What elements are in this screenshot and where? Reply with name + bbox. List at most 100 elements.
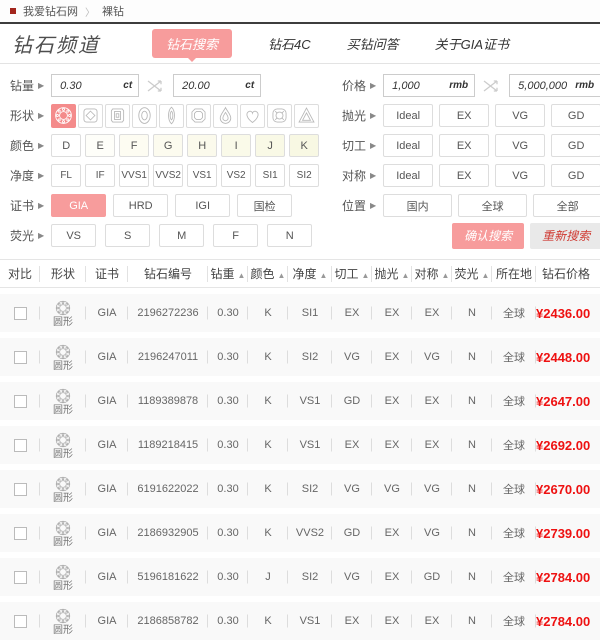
fluorescence-option-M[interactable]: M (159, 224, 204, 247)
compare-checkbox[interactable] (14, 351, 27, 364)
symmetry-option-Ideal[interactable]: Ideal (383, 164, 433, 187)
clarity-cell: VS1 (288, 439, 332, 451)
location-option-全部[interactable]: 全部 (533, 194, 600, 217)
shape-option-asscher[interactable] (186, 104, 211, 128)
carat-min-input[interactable] (58, 79, 120, 93)
id-cell: 1189389878 (128, 395, 208, 407)
shape-option-trillion[interactable] (294, 104, 319, 128)
clarity-option-VS2[interactable]: VS2 (221, 164, 251, 187)
carat-label: 钻量 (10, 77, 34, 94)
color-option-F[interactable]: F (119, 134, 149, 157)
compare-checkbox[interactable] (14, 615, 27, 628)
cert-option-GIA[interactable]: GIA (51, 194, 106, 217)
id-cell: 2196247011 (128, 351, 208, 363)
reset-search-button[interactable]: 重新搜索 (530, 223, 600, 249)
shape-option-marquise[interactable] (159, 104, 184, 128)
clarity-option-FL[interactable]: FL (51, 164, 81, 187)
shape-option-emerald[interactable] (105, 104, 130, 128)
color-option-I[interactable]: I (221, 134, 251, 157)
price-max-input[interactable] (516, 79, 572, 93)
sort-asc-icon[interactable]: ▲ (320, 271, 328, 280)
cut-option-EX[interactable]: EX (439, 134, 489, 157)
color-option-J[interactable]: J (255, 134, 285, 157)
symmetry-cell: EX (412, 615, 452, 627)
polish-option-EX[interactable]: EX (439, 104, 489, 127)
polish-option-Ideal[interactable]: Ideal (383, 104, 433, 127)
clarity-option-SI1[interactable]: SI1 (255, 164, 285, 187)
fluorescence-option-F[interactable]: F (213, 224, 258, 247)
sort-asc-icon[interactable]: ▲ (278, 271, 286, 280)
shape-option-heart[interactable] (240, 104, 265, 128)
breadcrumb-site-link[interactable]: 我爱钻石网 (23, 3, 78, 19)
compare-cell (0, 307, 40, 320)
column-header-clarity[interactable]: 净度▲ (288, 265, 332, 282)
header-tab-2[interactable]: 买钻问答 (347, 34, 399, 53)
confirm-search-button[interactable]: 确认搜索 (452, 223, 524, 249)
column-header-carat[interactable]: 钻重▲ (208, 265, 248, 282)
fluorescence-option-N[interactable]: N (267, 224, 312, 247)
price-cell: ¥2784.00 (536, 614, 600, 629)
fluorescence-option-S[interactable]: S (105, 224, 150, 247)
sort-asc-icon[interactable]: ▲ (482, 271, 490, 280)
color-option-D[interactable]: D (51, 134, 81, 157)
clarity-option-VS1[interactable]: VS1 (187, 164, 217, 187)
compare-checkbox[interactable] (14, 571, 27, 584)
column-header-cut[interactable]: 切工▲ (332, 265, 372, 282)
compare-checkbox[interactable] (14, 483, 27, 496)
shape-option-princess[interactable] (78, 104, 103, 128)
clarity-cell: SI2 (288, 351, 332, 363)
clarity-option-IF[interactable]: IF (85, 164, 115, 187)
filter-row-location: 位置 ▶ 国内全球全部 (342, 193, 600, 218)
column-header-polish[interactable]: 抛光▲ (372, 265, 412, 282)
clarity-option-VVS1[interactable]: VVS1 (119, 164, 149, 187)
shape-option-oval[interactable] (132, 104, 157, 128)
polish-option-VG[interactable]: VG (495, 104, 545, 127)
symmetry-option-GD[interactable]: GD (551, 164, 600, 187)
clarity-option-SI2[interactable]: SI2 (289, 164, 319, 187)
cert-option-IGI[interactable]: IGI (175, 194, 230, 217)
color-cell: K (248, 527, 288, 539)
carat-max-input[interactable] (180, 79, 242, 93)
sort-asc-icon[interactable]: ▲ (238, 271, 246, 280)
cert-option-国检[interactable]: 国检 (237, 194, 292, 217)
header-tab-0[interactable]: 钻石搜索 (152, 29, 232, 58)
polish-option-GD[interactable]: GD (551, 104, 600, 127)
location-option-国内[interactable]: 国内 (383, 194, 452, 217)
clarity-option-VVS2[interactable]: VVS2 (153, 164, 183, 187)
location-option-全球[interactable]: 全球 (458, 194, 527, 217)
cert-label: 证书 (10, 197, 34, 214)
header-tab-3[interactable]: 关于GIA证书 (435, 34, 509, 53)
header-tab-1[interactable]: 钻石4C (268, 34, 311, 53)
column-header-fluor[interactable]: 荧光▲ (452, 265, 492, 282)
price-label: 价格 (342, 77, 366, 94)
shape-option-pear[interactable] (213, 104, 238, 128)
color-option-H[interactable]: H (187, 134, 217, 157)
fluorescence-option-VS[interactable]: VS (51, 224, 96, 247)
polish-label: 抛光 (342, 107, 366, 124)
color-option-K[interactable]: K (289, 134, 319, 157)
column-header-color[interactable]: 颜色▲ (248, 265, 288, 282)
price-cell: ¥2436.00 (536, 306, 600, 321)
cert-option-HRD[interactable]: HRD (113, 194, 168, 217)
sort-asc-icon[interactable]: ▲ (362, 271, 370, 280)
compare-checkbox[interactable] (14, 527, 27, 540)
cut-option-Ideal[interactable]: Ideal (383, 134, 433, 157)
column-header-symmetry[interactable]: 对称▲ (412, 265, 452, 282)
symmetry-option-VG[interactable]: VG (495, 164, 545, 187)
symmetry-option-EX[interactable]: EX (439, 164, 489, 187)
color-option-G[interactable]: G (153, 134, 183, 157)
compare-checkbox[interactable] (14, 307, 27, 320)
arrow-icon: ▶ (370, 141, 376, 150)
shape-option-round[interactable] (51, 104, 76, 128)
sort-asc-icon[interactable]: ▲ (402, 271, 410, 280)
compare-checkbox[interactable] (14, 439, 27, 452)
cut-option-VG[interactable]: VG (495, 134, 545, 157)
price-min-input[interactable] (390, 79, 446, 93)
color-option-E[interactable]: E (85, 134, 115, 157)
shape-option-cushion[interactable] (267, 104, 292, 128)
carat-cell: 0.30 (208, 483, 248, 495)
filter-right-column: 价格 ▶ rmb rmb 抛光 ▶ IdealEXVGGD 切工 ▶ Ideal… (342, 73, 600, 253)
sort-asc-icon[interactable]: ▲ (442, 271, 450, 280)
cut-option-GD[interactable]: GD (551, 134, 600, 157)
compare-checkbox[interactable] (14, 395, 27, 408)
